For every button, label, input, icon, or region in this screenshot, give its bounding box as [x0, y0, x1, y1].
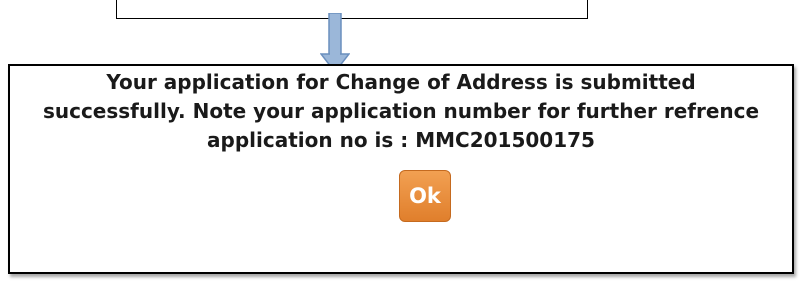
message-line: application no is : MMC201500175	[207, 128, 595, 152]
confirmation-message: Your application for Change of Address i…	[10, 68, 792, 155]
message-line: successfully. Note your application numb…	[42, 99, 760, 123]
confirmation-dialog: Your application for Change of Address i…	[8, 64, 794, 274]
ok-button[interactable]: Ok	[399, 170, 451, 222]
message-line: Your application for Change of Address i…	[106, 70, 696, 94]
previous-step-box	[116, 0, 588, 19]
